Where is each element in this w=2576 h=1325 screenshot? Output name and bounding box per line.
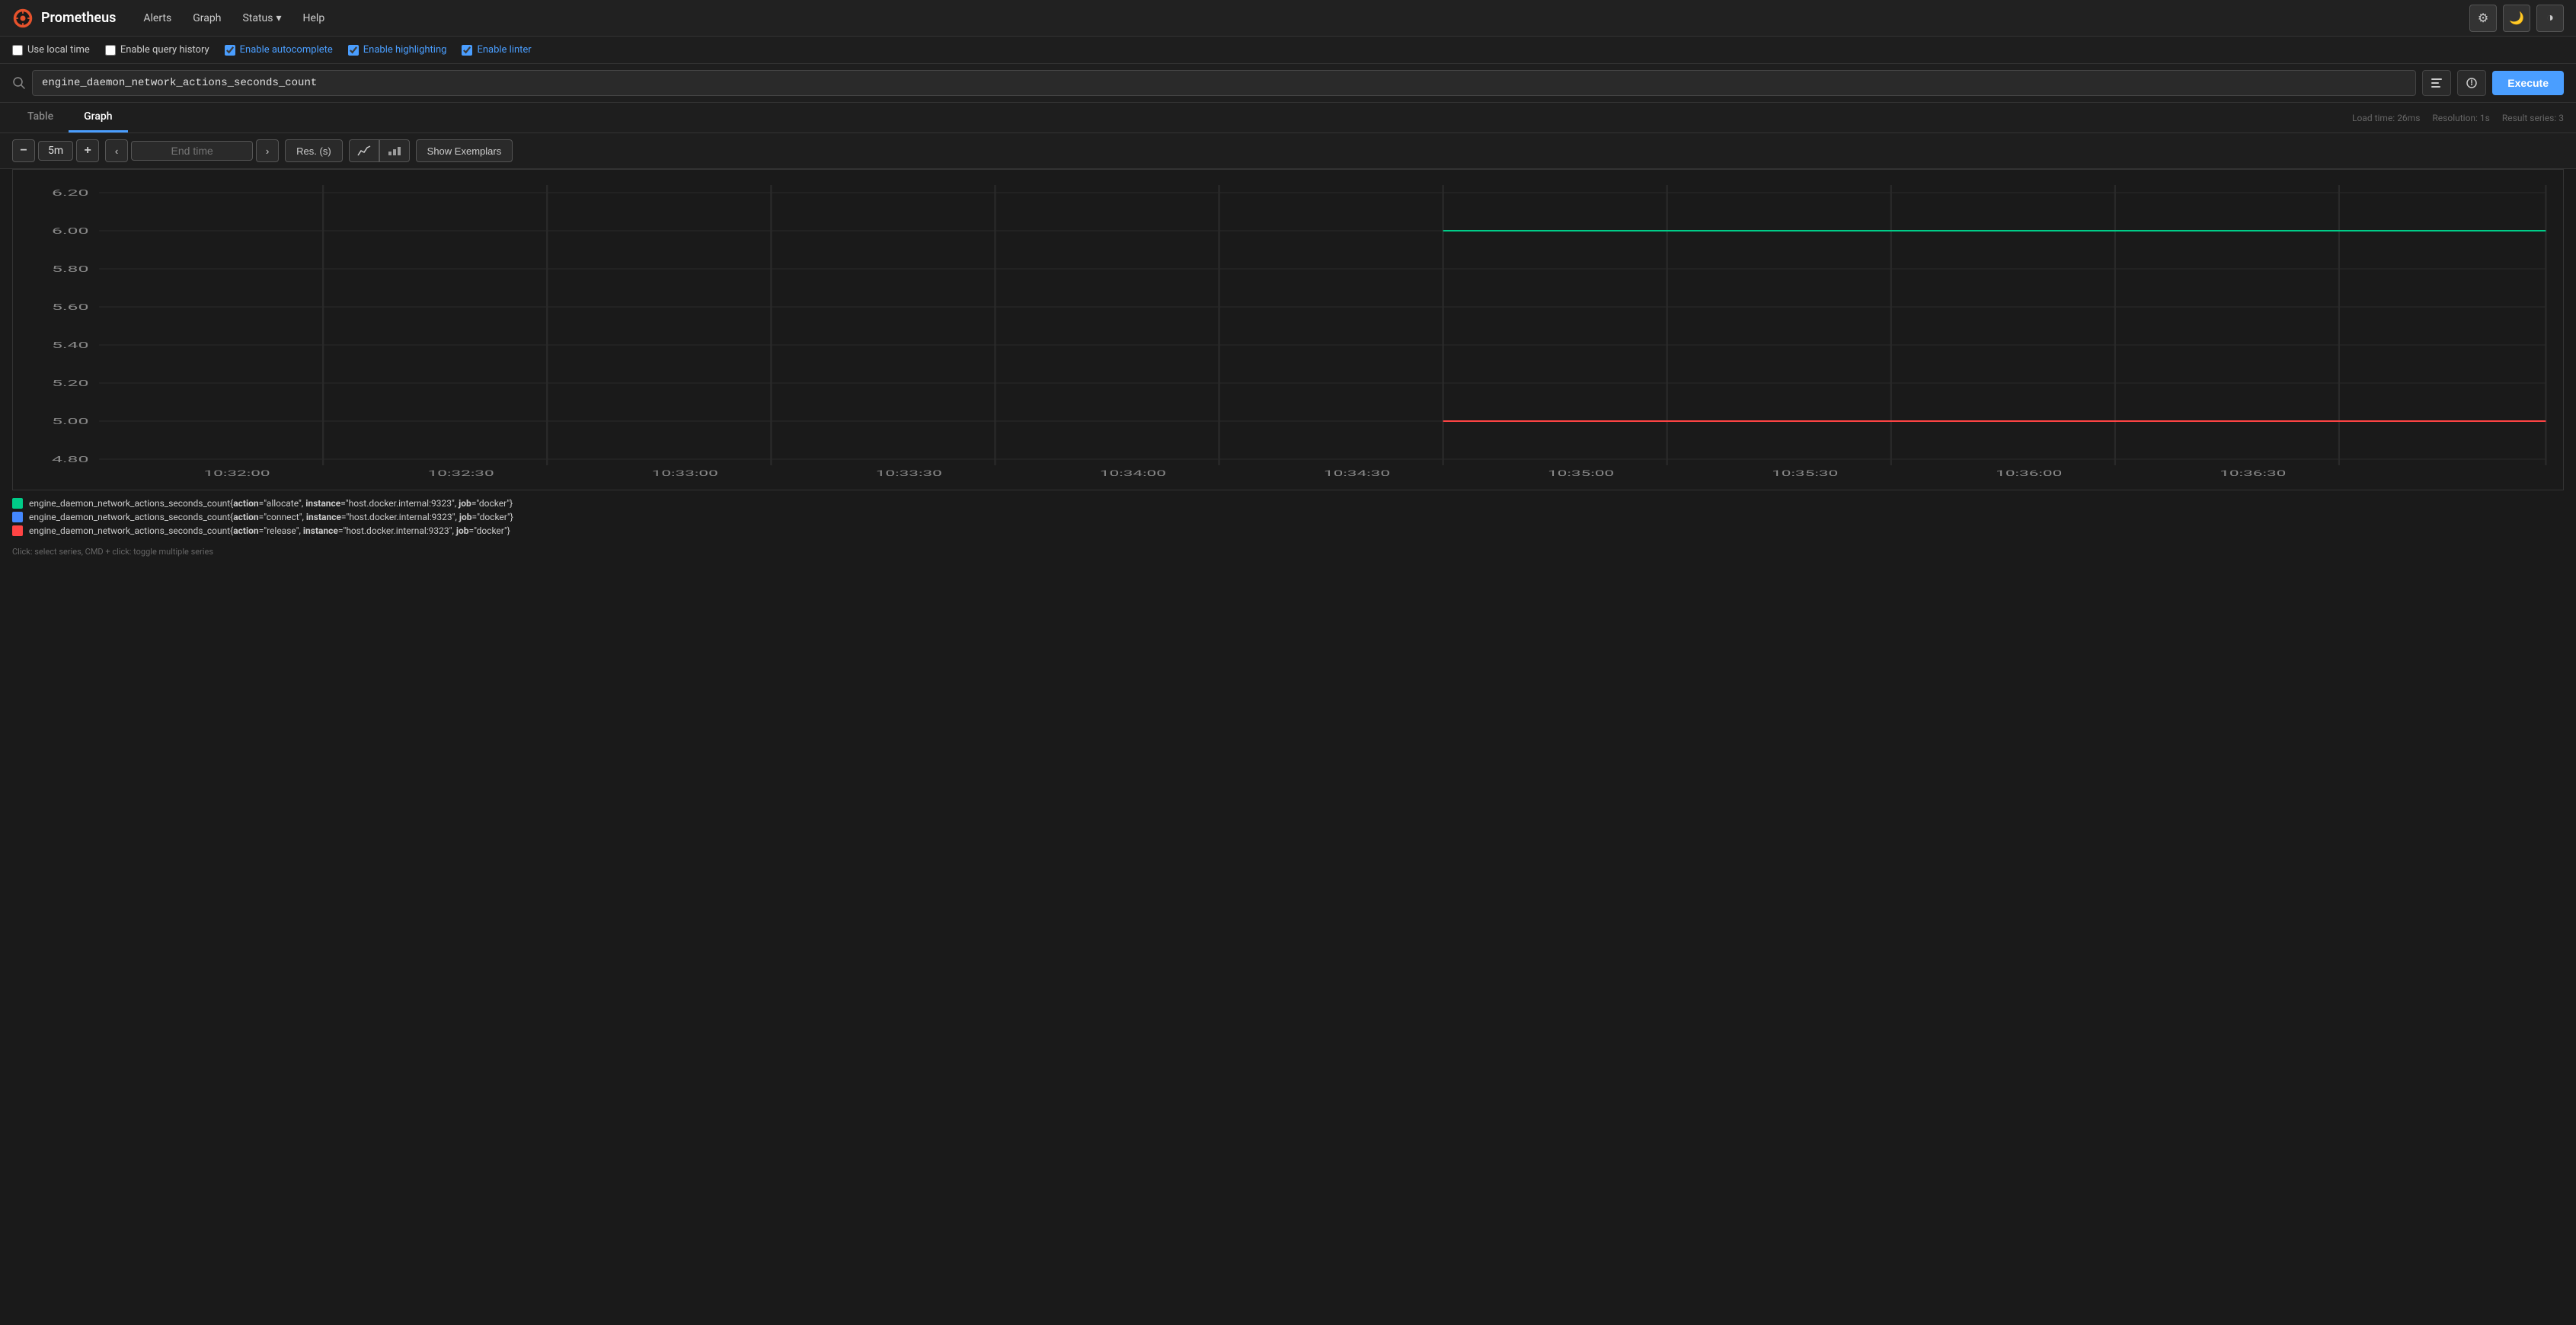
svg-text:5.80: 5.80 [52,264,88,274]
list-item[interactable]: engine_daemon_network_actions_seconds_co… [12,512,2564,522]
chart-type-buttons [349,139,410,162]
app-title: Prometheus [41,10,116,26]
svg-text:5.20: 5.20 [52,378,88,388]
autocomplete-checkbox-label[interactable]: Enable autocomplete [225,44,333,56]
duration-display: 5m [38,141,73,161]
search-icon [12,76,26,90]
svg-text:10:34:00: 10:34:00 [1100,469,1166,477]
local-time-label: Use local time [27,44,90,56]
autocomplete-checkbox[interactable] [225,45,235,56]
show-exemplars-button[interactable]: Show Exemplars [416,139,513,162]
legend-hint: Click: select series, CMD + click: toggl… [0,544,2576,563]
svg-text:10:32:00: 10:32:00 [204,469,270,477]
svg-text:10:33:00: 10:33:00 [652,469,718,477]
time-prev-button[interactable]: ‹ [105,139,128,162]
svg-text:10:36:00: 10:36:00 [1996,469,2062,477]
linter-checkbox-label[interactable]: Enable linter [462,44,531,56]
search-bar: Execute [0,64,2576,103]
contrast-button[interactable]: ◑ [2536,5,2564,32]
linter-label: Enable linter [477,44,531,56]
legend-label-2: engine_daemon_network_actions_seconds_co… [29,512,513,522]
local-time-checkbox-label[interactable]: Use local time [12,44,90,56]
nav-status-label: Status [242,12,273,24]
duration-increase-button[interactable]: + [76,139,99,162]
nav-alerts[interactable]: Alerts [134,8,181,29]
query-history-checkbox-label[interactable]: Enable query history [105,44,209,56]
toolbar: Use local time Enable query history Enab… [0,37,2576,64]
list-item[interactable]: engine_daemon_network_actions_seconds_co… [12,525,2564,536]
nav-status-dropdown[interactable]: Status ▾ [233,8,290,29]
svg-text:5.00: 5.00 [52,417,88,426]
format-button[interactable] [2422,70,2451,96]
brand: Prometheus [12,8,116,29]
svg-text:10:33:30: 10:33:30 [876,469,942,477]
tabs: Table Graph [12,103,128,132]
graph-controls: − 5m + ‹ › Res. (s) Show Exemplars [0,133,2576,169]
legend-color-2 [12,512,23,522]
svg-text:6.20: 6.20 [52,188,88,198]
theme-toggle-button[interactable]: 🌙 [2503,5,2530,32]
nav-links: Alerts Graph Status ▾ Help [134,8,334,29]
navbar-right: ⚙ 🌙 ◑ [2469,5,2564,32]
endtime-row: ‹ › [105,139,279,162]
svg-text:10:36:30: 10:36:30 [2220,469,2286,477]
time-next-button[interactable]: › [256,139,279,162]
search-actions: Execute [2422,70,2564,96]
local-time-checkbox[interactable] [12,45,23,56]
svg-text:5.60: 5.60 [52,302,88,312]
legend-label-3: engine_daemon_network_actions_seconds_co… [29,525,510,536]
svg-text:10:34:30: 10:34:30 [1324,469,1390,477]
chevron-down-icon: ▾ [276,12,281,24]
svg-text:10:32:30: 10:32:30 [428,469,494,477]
metrics-explorer-button[interactable] [2457,70,2486,96]
highlighting-label: Enable highlighting [363,44,447,56]
tab-table[interactable]: Table [12,103,69,132]
nav-graph[interactable]: Graph [184,8,230,29]
svg-text:4.80: 4.80 [52,455,88,465]
query-history-label: Enable query history [120,44,209,56]
highlighting-checkbox[interactable] [348,45,359,56]
linter-checkbox[interactable] [462,45,472,56]
resolution: Resolution: 1s [2432,113,2489,123]
svg-text:5.40: 5.40 [52,340,88,350]
legend-color-1 [12,498,23,509]
settings-button[interactable]: ⚙ [2469,5,2497,32]
navbar: Prometheus Alerts Graph Status ▾ Help ⚙ … [0,0,2576,37]
legend: engine_daemon_network_actions_seconds_co… [0,490,2576,544]
svg-text:6.00: 6.00 [52,226,88,236]
svg-text:10:35:00: 10:35:00 [1548,469,1614,477]
chart-area: 6.20 6.00 5.80 5.60 5.40 5.20 5.00 4.80 … [12,169,2564,490]
time-controls: − 5m + [12,139,99,162]
query-history-checkbox[interactable] [105,45,116,56]
query-input[interactable] [32,70,2416,96]
autocomplete-label: Enable autocomplete [240,44,333,56]
stacked-chart-button[interactable] [379,139,410,162]
legend-label-1: engine_daemon_network_actions_seconds_co… [29,498,513,509]
result-series: Result series: 3 [2502,113,2564,123]
line-chart-button[interactable] [349,139,379,162]
execute-button[interactable]: Execute [2492,71,2564,95]
highlighting-checkbox-label[interactable]: Enable highlighting [348,44,447,56]
tabs-row: Table Graph Load time: 26ms Resolution: … [0,103,2576,133]
endtime-input[interactable] [131,141,253,161]
tab-meta: Load time: 26ms Resolution: 1s Result se… [2352,105,2564,131]
prometheus-logo-icon [12,8,34,29]
list-item[interactable]: engine_daemon_network_actions_seconds_co… [12,498,2564,509]
chart-svg: 6.20 6.00 5.80 5.60 5.40 5.20 5.00 4.80 … [13,170,2563,490]
resolution-button[interactable]: Res. (s) [285,139,343,162]
load-time: Load time: 26ms [2352,113,2420,123]
duration-decrease-button[interactable]: − [12,139,35,162]
nav-help[interactable]: Help [294,8,334,29]
tab-graph[interactable]: Graph [69,103,127,132]
legend-color-3 [12,525,23,536]
svg-text:10:35:30: 10:35:30 [1772,469,1838,477]
